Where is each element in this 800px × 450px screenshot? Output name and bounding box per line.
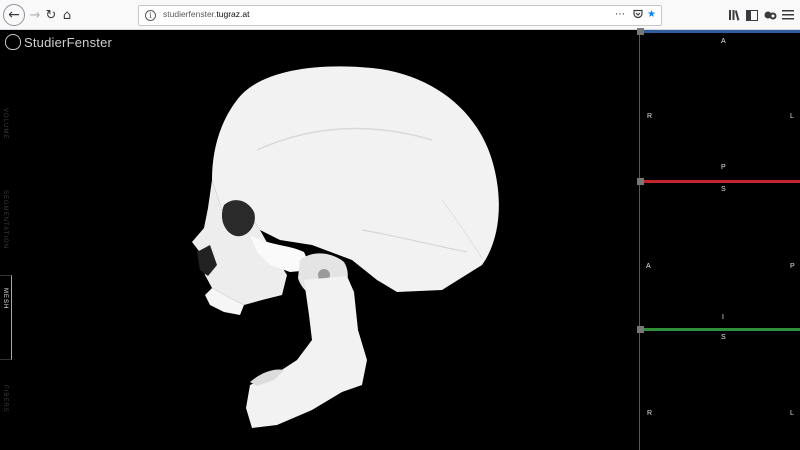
orientation-top: S: [721, 334, 726, 341]
tab-mesh[interactable]: MESH: [0, 275, 12, 360]
studierfenster-app: StudierFenster VOLUME SEGMENTATION MESH …: [0, 28, 800, 450]
coronal-slice-bar[interactable]: [637, 326, 800, 333]
more-icon[interactable]: ⋯: [615, 9, 625, 20]
url-text[interactable]: studierfenster.tugraz.at: [163, 9, 249, 19]
coronal-slice-view[interactable]: S R L: [637, 326, 800, 450]
sidebar-icon[interactable]: [742, 5, 762, 25]
home-icon[interactable]: ⌂: [57, 5, 77, 25]
slice-panels: A R L P S A P I S R L: [637, 28, 800, 450]
pocket-icon[interactable]: [633, 9, 643, 22]
axial-slice-handle[interactable]: [637, 28, 644, 35]
tab-mesh-label: MESH: [2, 288, 8, 310]
tab-fibers[interactable]: FIBERS: [0, 385, 12, 445]
mesh-3d-viewport[interactable]: [12, 30, 639, 450]
skull-mesh-render: [192, 66, 499, 428]
url-prefix: studierfenster.: [163, 9, 217, 19]
orientation-top: A: [721, 38, 726, 45]
orientation-right: L: [790, 113, 794, 120]
tab-fibers-label: FIBERS: [2, 385, 8, 413]
tab-segmentation-label: SEGMENTATION: [2, 190, 8, 250]
orientation-right: P: [790, 263, 795, 270]
back-arrow-icon[interactable]: ←: [3, 4, 25, 26]
browser-toolbar: ← → ↻ ⌂ i studierfenster.tugraz.at ⋯ ★: [0, 0, 800, 30]
orientation-bottom: P: [721, 164, 726, 171]
menu-icon[interactable]: [778, 5, 798, 25]
axial-slice-bar[interactable]: [637, 28, 800, 35]
orientation-right: L: [790, 410, 794, 417]
orientation-top: S: [721, 186, 726, 193]
sagittal-slice-view[interactable]: S A P I: [637, 178, 800, 328]
tab-volume[interactable]: VOLUME: [0, 100, 12, 180]
orientation-left: A: [646, 263, 651, 270]
coronal-slice-handle[interactable]: [637, 326, 644, 333]
sagittal-slice-bar[interactable]: [637, 178, 800, 185]
info-icon[interactable]: i: [145, 10, 156, 21]
star-icon[interactable]: ★: [647, 9, 656, 20]
url-domain: tugraz.at: [216, 9, 250, 19]
axial-slice-view[interactable]: A R L P: [637, 28, 800, 180]
orientation-bottom: I: [722, 314, 724, 321]
address-bar[interactable]: i studierfenster.tugraz.at ⋯ ★: [138, 5, 662, 26]
sagittal-slice-handle[interactable]: [637, 178, 644, 185]
orientation-left: R: [647, 113, 653, 120]
library-icon[interactable]: [724, 5, 744, 25]
extension-icon[interactable]: [760, 5, 780, 25]
orientation-left: R: [647, 410, 653, 417]
tab-volume-label: VOLUME: [2, 108, 8, 140]
